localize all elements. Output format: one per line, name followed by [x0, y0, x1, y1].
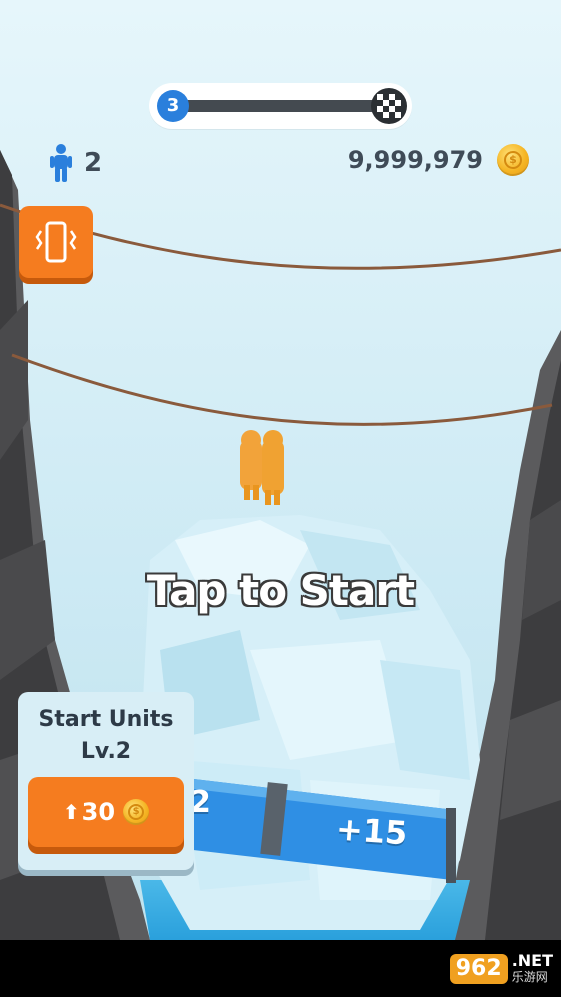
progress-track — [179, 100, 379, 112]
vibrate-phone-icon — [35, 221, 77, 263]
watermark-text: .NET 乐游网 — [512, 953, 553, 985]
site-watermark: 962 .NET 乐游网 — [449, 948, 553, 990]
gate-right-label: +15 — [334, 809, 409, 853]
tap-to-start-prompt[interactable]: Tap to Start — [0, 566, 561, 615]
upgrade-title: Start Units Lv.2 — [38, 707, 174, 764]
watermark-subtitle: 乐游网 — [511, 970, 548, 984]
watermark-domain: .NET — [511, 951, 553, 970]
units-count: 2 — [84, 148, 103, 178]
start-units-upgrade-card: Start Units Lv.2 ⬆ 30 $ — [18, 692, 194, 870]
finish-flag-icon — [371, 88, 407, 124]
coin-balance: 9,999,979 $ — [348, 142, 529, 178]
person-icon — [50, 144, 72, 182]
coin-icon: $ — [123, 799, 150, 825]
coin-count: 9,999,979 — [347, 146, 483, 174]
upgrade-cost: 30 — [81, 798, 116, 826]
watermark-logo: 962 — [449, 954, 508, 984]
bottom-bar: 962 .NET 乐游网 — [0, 940, 561, 997]
runner-figures — [240, 430, 284, 505]
level-badge: 3 — [157, 90, 189, 122]
vibration-toggle-button[interactable] — [19, 206, 93, 278]
upgrade-buy-button[interactable]: ⬆ 30 $ — [28, 777, 184, 847]
level-progress-bar: 3 — [149, 83, 412, 129]
up-arrow-icon: ⬆ — [62, 800, 80, 824]
coin-icon: $ — [497, 144, 529, 176]
game-scene[interactable]: 2 +15 3 2 9,999,979 $ Tap to Start Start… — [0, 0, 561, 940]
units-counter: 2 — [50, 143, 102, 183]
